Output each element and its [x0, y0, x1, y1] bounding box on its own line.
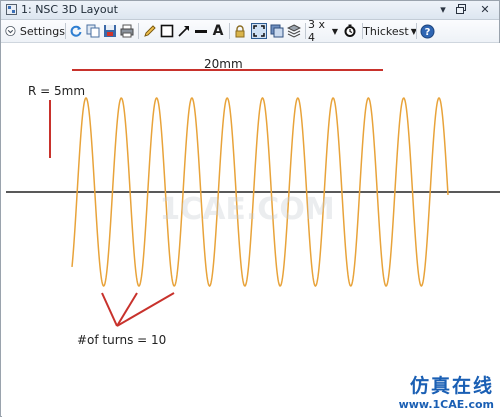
refresh-icon[interactable]	[68, 22, 84, 40]
title-bar: 1: NSC 3D Layout ▾ ✕	[1, 1, 499, 20]
fit-icon[interactable]	[250, 22, 267, 40]
app-icon	[6, 4, 17, 15]
center-watermark: 1CAE.COM	[159, 192, 334, 227]
lock-icon[interactable]	[232, 22, 248, 40]
text-icon[interactable]: A	[210, 22, 226, 40]
save-icon[interactable]	[102, 22, 118, 40]
layout-window: 1: NSC 3D Layout ▾ ✕ Settings A 3 x 4 ▼ …	[0, 0, 500, 417]
toolbar-separator	[416, 23, 417, 39]
toolbar: Settings A 3 x 4 ▼ Thickest ▼ ?	[1, 18, 499, 44]
brand-url-text: www.1CAE.com	[398, 398, 494, 411]
help-icon[interactable]: ?	[419, 22, 435, 40]
dropdown-icon[interactable]: ▾	[435, 2, 451, 17]
rectangle-icon[interactable]	[159, 22, 175, 40]
settings-button[interactable]: Settings	[5, 22, 65, 40]
radius-label: R = 5mm	[28, 84, 86, 98]
copy-icon[interactable]	[85, 22, 101, 40]
timer-icon[interactable]	[342, 22, 358, 40]
restore-icon[interactable]	[453, 2, 469, 17]
svg-text:?: ?	[424, 27, 430, 38]
thickness-dropdown[interactable]: Thickest ▼	[363, 22, 417, 40]
print-icon[interactable]	[119, 22, 135, 40]
window-title: 1: NSC 3D Layout	[21, 3, 118, 16]
thickness-label: Thickest	[363, 24, 409, 38]
turns-pointer-lines	[101, 292, 175, 327]
close-icon[interactable]: ✕	[477, 2, 493, 17]
arrow-icon[interactable]	[176, 22, 192, 40]
toolbar-separator	[305, 23, 306, 39]
grid-layout-label: 3 x 4	[308, 18, 326, 44]
layout-canvas[interactable]: 1CAE.COM 20mm R = 5mm #of turns = 10 仿真在…	[2, 43, 500, 417]
layers-icon[interactable]	[286, 22, 302, 40]
chevron-down-icon: ▼	[331, 26, 338, 36]
settings-label: Settings	[19, 24, 65, 38]
brand-cn-text: 仿真在线	[409, 375, 494, 397]
pencil-icon[interactable]	[142, 22, 158, 40]
overlay-icon[interactable]	[269, 22, 285, 40]
toolbar-separator	[229, 23, 230, 39]
grid-layout-dropdown[interactable]: 3 x 4 ▼	[308, 18, 338, 44]
toolbar-separator	[65, 23, 66, 39]
layout-drawing: 1CAE.COM	[6, 69, 500, 327]
line-icon[interactable]	[193, 22, 209, 40]
chevron-circle-icon	[5, 25, 16, 37]
brand-watermark: 仿真在线 www.1CAE.com	[399, 371, 494, 411]
toolbar-separator	[138, 23, 139, 39]
length-label: 20mm	[204, 57, 243, 71]
turns-label: #of turns = 10	[77, 333, 167, 347]
